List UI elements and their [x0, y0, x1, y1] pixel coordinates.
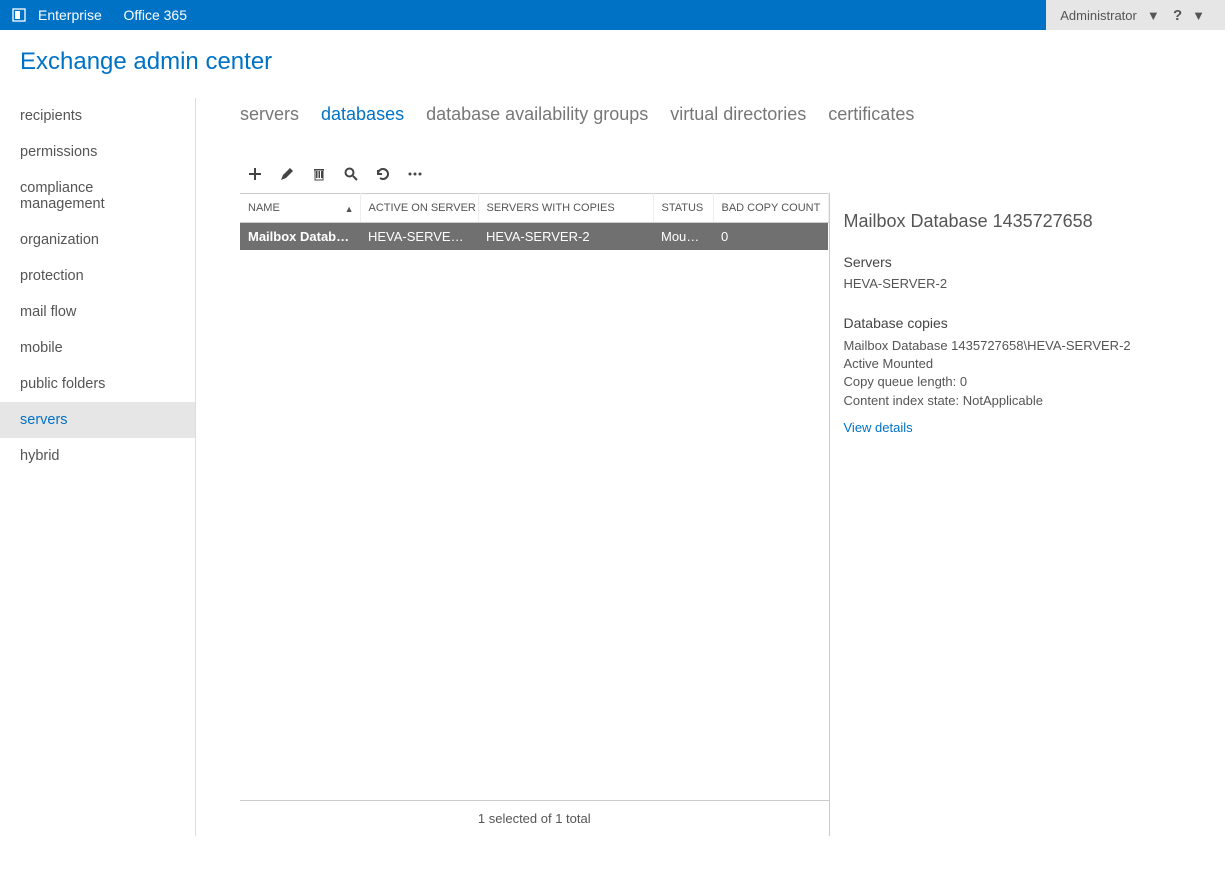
content-area: servers databases database availability gr… — [196, 98, 1225, 836]
refresh-icon[interactable] — [374, 165, 392, 183]
col-active[interactable]: ACTIVE ON SERVER — [360, 194, 478, 223]
tab-virtual-directories[interactable]: virtual directories — [670, 104, 806, 124]
sidebar-item-protection[interactable]: protection — [0, 258, 195, 294]
col-status[interactable]: STATUS — [653, 194, 713, 223]
cell-status: Moun… — [653, 223, 713, 251]
table-header-row: NAME▲ ACTIVE ON SERVER SERVERS WITH COPI… — [240, 194, 828, 223]
detail-copy-path: Mailbox Database 1435727658\HEVA-SERVER-… — [844, 337, 1219, 355]
more-icon[interactable] — [406, 165, 424, 183]
tab-databases[interactable]: databases — [321, 104, 404, 124]
sort-asc-icon: ▲ — [345, 204, 354, 214]
view-details-link[interactable]: View details — [844, 420, 913, 435]
status-bar: 1 selected of 1 total — [240, 801, 829, 836]
tab-database-availability-groups[interactable]: database availability groups — [426, 104, 648, 124]
delete-icon[interactable] — [310, 165, 328, 183]
top-nav-tabs: Enterprise Office 365 — [38, 7, 205, 23]
edit-icon[interactable] — [278, 165, 296, 183]
secondary-tabs: servers databases database availability gr… — [240, 98, 1225, 145]
top-tab-office365[interactable]: Office 365 — [123, 7, 187, 23]
sidebar-item-compliance-management[interactable]: compliance management — [0, 170, 195, 222]
page-title: Exchange admin center — [0, 30, 1225, 98]
data-table: NAME▲ ACTIVE ON SERVER SERVERS WITH COPI… — [240, 193, 829, 250]
sidebar-item-mobile[interactable]: mobile — [0, 330, 195, 366]
cell-bad: 0 — [713, 223, 828, 251]
grid: NAME▲ ACTIVE ON SERVER SERVERS WITH COPI… — [240, 193, 1225, 836]
toolbar — [240, 145, 1225, 193]
col-name[interactable]: NAME▲ — [240, 194, 360, 223]
sidebar-item-mail-flow[interactable]: mail flow — [0, 294, 195, 330]
sidebar-item-hybrid[interactable]: hybrid — [0, 438, 195, 474]
sidebar-item-organization[interactable]: organization — [0, 222, 195, 258]
detail-servers-value: HEVA-SERVER-2 — [844, 276, 1219, 291]
user-menu[interactable]: Administrator — [1060, 8, 1137, 23]
sidebar-item-servers[interactable]: servers — [0, 402, 195, 438]
office-logo-icon — [8, 4, 30, 26]
cell-active: HEVA-SERVER-2 — [360, 223, 478, 251]
top-right-controls: Administrator ▼ ? ▼ — [1046, 0, 1225, 30]
col-bad[interactable]: BAD COPY COUNT — [713, 194, 828, 223]
add-icon[interactable] — [246, 165, 264, 183]
sidebar: recipientspermissionscompliance manageme… — [0, 98, 196, 836]
cell-name: Mailbox Databas… — [240, 223, 360, 251]
detail-servers-label: Servers — [844, 254, 1219, 270]
detail-queue: Copy queue length: 0 — [844, 373, 1219, 391]
sidebar-item-public-folders[interactable]: public folders — [0, 366, 195, 402]
detail-state: Active Mounted — [844, 355, 1219, 373]
col-copies[interactable]: SERVERS WITH COPIES — [478, 194, 653, 223]
chevron-down-icon[interactable]: ▼ — [1147, 8, 1160, 23]
detail-pane: Mailbox Database 1435727658 Servers HEVA… — [829, 193, 1219, 836]
cell-copies: HEVA-SERVER-2 — [478, 223, 653, 251]
chevron-down-icon[interactable]: ▼ — [1192, 8, 1205, 23]
top-tab-enterprise[interactable]: Enterprise — [38, 7, 102, 23]
detail-index: Content index state: NotApplicable — [844, 392, 1219, 410]
top-bar: Enterprise Office 365 Administrator ▼ ? … — [0, 0, 1225, 30]
sidebar-item-permissions[interactable]: permissions — [0, 134, 195, 170]
tab-certificates[interactable]: certificates — [828, 104, 914, 124]
detail-copies-label: Database copies — [844, 315, 1219, 331]
search-icon[interactable] — [342, 165, 360, 183]
help-icon[interactable]: ? — [1173, 7, 1182, 24]
tab-servers[interactable]: servers — [240, 104, 299, 124]
detail-title: Mailbox Database 1435727658 — [844, 211, 1219, 232]
table-row[interactable]: Mailbox Databas… HEVA-SERVER-2 HEVA-SERV… — [240, 223, 828, 251]
sidebar-item-recipients[interactable]: recipients — [0, 98, 195, 134]
